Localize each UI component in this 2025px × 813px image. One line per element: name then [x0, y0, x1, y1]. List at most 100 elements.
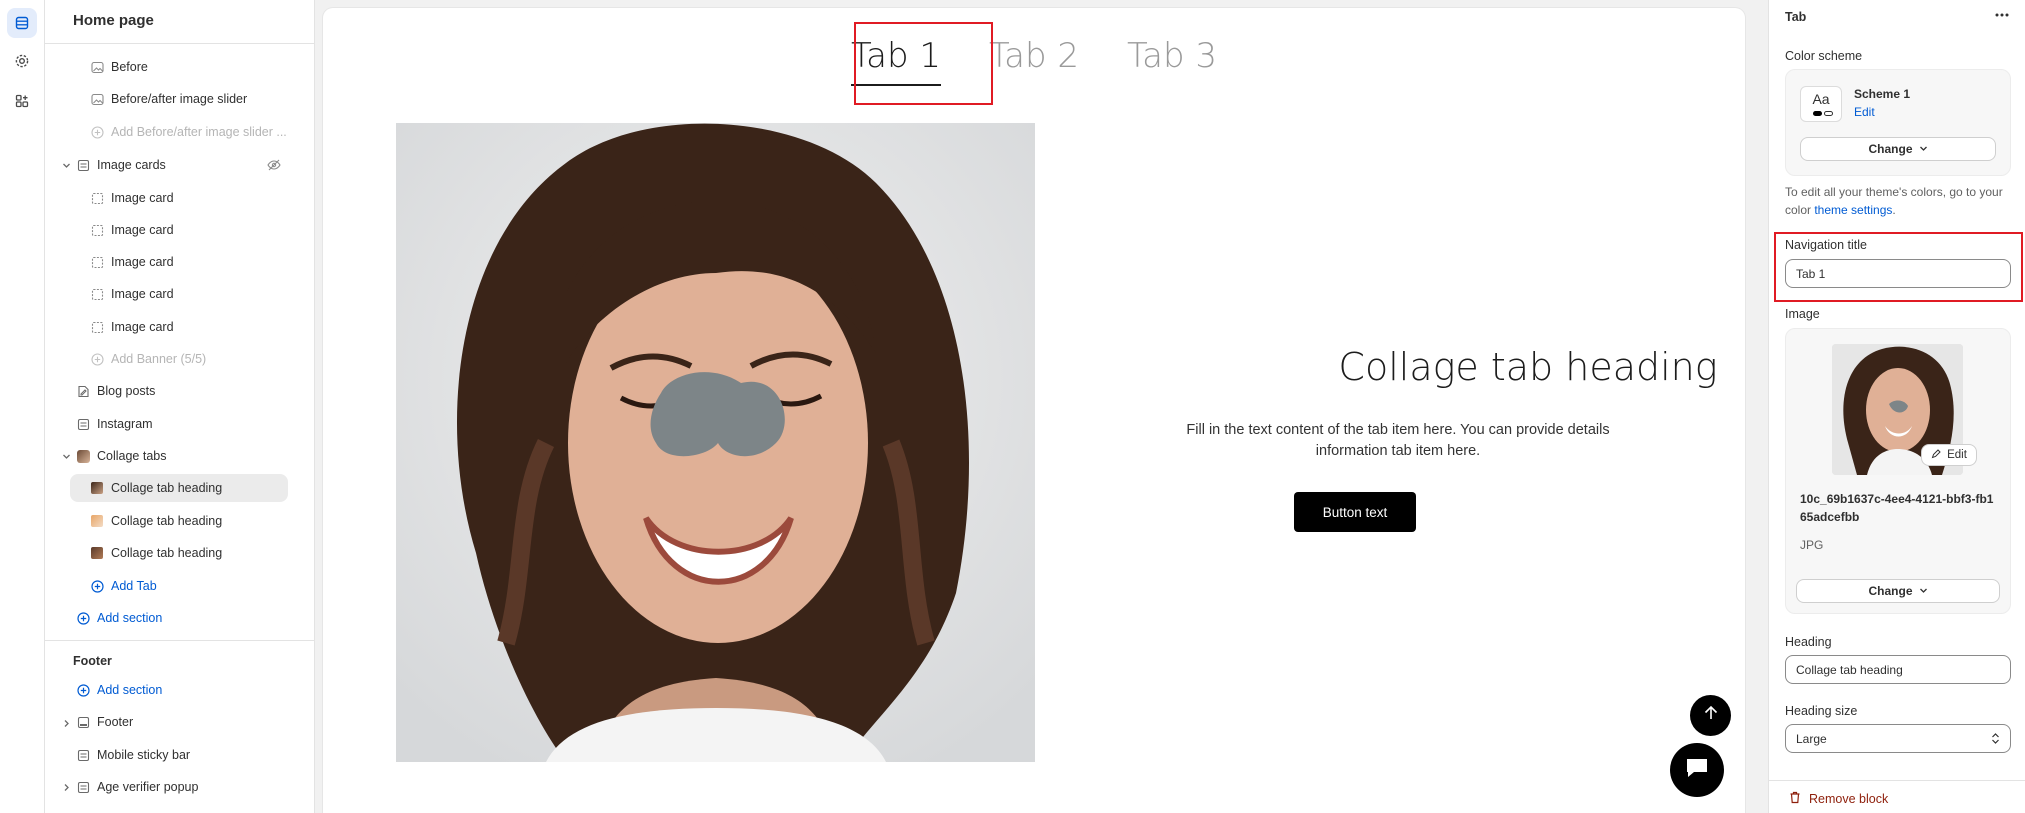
sidebar-section-mobile-sticky-bar[interactable]: Mobile sticky bar [76, 741, 190, 769]
tab-3[interactable]: Tab 3 [1121, 36, 1223, 76]
sidebar-item-label: Before [111, 60, 148, 74]
thumb-icon [90, 546, 104, 560]
sidebar-item-label: Image card [111, 287, 174, 301]
thumb-icon [90, 514, 104, 528]
theme-settings-link[interactable]: theme settings [1814, 203, 1892, 217]
sidebar-item[interactable]: Image card [90, 313, 174, 341]
add-section-button[interactable]: Add section [76, 604, 162, 632]
add-section-label: Add section [97, 611, 163, 625]
scheme-edit-link[interactable]: Edit [1854, 105, 1875, 119]
remove-block-label: Remove block [1809, 792, 1889, 806]
scroll-to-top-button[interactable] [1690, 695, 1731, 736]
panel-title: Tab [1785, 10, 1807, 24]
change-image-button[interactable]: Change [1796, 579, 2000, 603]
sidebar-section-collage-tabs[interactable]: Collage tabs [76, 442, 167, 470]
tab-2[interactable]: Tab 2 [983, 36, 1085, 76]
section-sidebar: Home page Before Before/after image slid… [45, 0, 315, 813]
frame-icon [90, 223, 104, 237]
footer-group-title: Footer [73, 654, 112, 668]
divider [45, 43, 314, 44]
sidebar-item-label: Collage tab heading [111, 481, 223, 495]
chat-button[interactable] [1670, 743, 1724, 797]
heading-label: Heading [1785, 635, 1832, 649]
divider [45, 640, 314, 641]
sidebar-item[interactable]: Image card [90, 248, 174, 276]
thumb-icon [76, 449, 90, 463]
sidebar-item-label: Image cards [97, 158, 166, 172]
sections-icon[interactable] [7, 8, 37, 38]
sidebar-item-label: Image card [111, 255, 174, 269]
heading-size-value: Large [1796, 731, 1827, 746]
frame-icon [90, 320, 104, 334]
change-label: Change [1868, 142, 1913, 156]
edit-image-button[interactable]: Edit [1921, 444, 1977, 466]
sidebar-section-footer[interactable]: Footer [76, 708, 133, 736]
sidebar-section-age-verifier-popup[interactable]: Age verifier popup [76, 773, 198, 801]
heading-size-label: Heading size [1785, 704, 1858, 718]
sidebar-item-label: Collage tabs [97, 449, 167, 463]
scheme-name: Scheme 1 [1854, 87, 1911, 101]
sidebar-item[interactable]: Image card [90, 184, 174, 212]
image-type: JPG [1800, 538, 1824, 552]
collage-image [396, 123, 1035, 762]
add-circle-icon [76, 611, 90, 625]
sidebar-item[interactable]: Before/after image slider [90, 85, 247, 113]
collage-button[interactable]: Button text [1294, 492, 1416, 532]
image-filename: 10c_69b1637c-4ee4-4121-bbf3-fb165adcefbb [1800, 492, 1994, 524]
heading-size-select[interactable]: Large [1785, 724, 2011, 753]
sidebar-item-label: Add Banner (5/5) [111, 352, 207, 366]
chevron-down-icon[interactable] [61, 160, 71, 170]
sidebar-section-blog-posts[interactable]: Blog posts [76, 377, 155, 405]
panel-footer: Remove block [1769, 780, 2025, 813]
add-section-label: Add section [97, 683, 163, 697]
chevron-right-icon[interactable] [61, 718, 71, 728]
add-block-button: Add Banner (5/5) [90, 345, 206, 373]
section-icon [76, 748, 90, 762]
sidebar-item-label: Footer [97, 715, 134, 729]
sidebar-item-label: Collage tab heading [111, 514, 223, 528]
edit-label: Edit [1947, 449, 1967, 461]
collage-text: Fill in the text content of the tab item… [1186, 422, 1610, 459]
sidebar-item-label: Collage tab heading [111, 546, 223, 560]
app-rail [0, 0, 45, 813]
thumb-icon [90, 481, 104, 495]
add-section-button[interactable]: Add section [76, 676, 162, 704]
section-icon [76, 780, 90, 794]
sidebar-item-label: Image card [111, 320, 174, 334]
eye-hidden-icon[interactable] [267, 158, 281, 177]
sidebar-item[interactable]: Before [90, 53, 148, 81]
blog-icon [76, 384, 90, 398]
color-scheme-label: Color scheme [1785, 49, 1863, 63]
highlight-box-navigation-title [1774, 232, 2023, 302]
more-options-icon[interactable] [1993, 8, 2011, 27]
sidebar-item[interactable]: Collage tab heading [90, 539, 222, 567]
chevron-down-icon[interactable] [61, 451, 71, 461]
change-scheme-button[interactable]: Change [1800, 137, 1996, 161]
trash-icon [1789, 791, 1801, 807]
add-circle-icon [90, 125, 104, 139]
collage-tab-nav: Tab 1 Tab 2 Tab 3 [323, 36, 1745, 86]
remove-block-button[interactable]: Remove block [1789, 791, 1888, 807]
sidebar-item-selected[interactable]: Collage tab heading [70, 474, 288, 502]
settings-gear-icon[interactable] [7, 46, 37, 76]
sidebar-section-instagram[interactable]: Instagram [76, 410, 153, 438]
add-circle-icon [90, 352, 104, 366]
image-label: Image [1785, 307, 1820, 321]
scheme-swatch[interactable]: Aa [1800, 86, 1842, 122]
section-icon [76, 417, 90, 431]
sidebar-item-label: Age verifier popup [97, 780, 199, 794]
heading-input[interactable]: Collage tab heading [1785, 655, 2011, 684]
sidebar-section-image-cards[interactable]: Image cards [76, 151, 166, 179]
image-icon [90, 60, 104, 74]
add-tab-label: Add Tab [111, 579, 157, 593]
chevron-down-icon [1919, 584, 1928, 598]
add-tab-button[interactable]: Add Tab [90, 572, 157, 600]
chevron-right-icon[interactable] [61, 782, 71, 792]
sidebar-item[interactable]: Collage tab heading [90, 507, 222, 535]
sidebar-item-label: Mobile sticky bar [97, 748, 191, 762]
chat-bubble-icon [1684, 756, 1710, 785]
sidebar-item-label: Image card [111, 223, 174, 237]
sidebar-item[interactable]: Image card [90, 216, 174, 244]
sidebar-item[interactable]: Image card [90, 280, 174, 308]
apps-icon[interactable] [7, 86, 37, 116]
